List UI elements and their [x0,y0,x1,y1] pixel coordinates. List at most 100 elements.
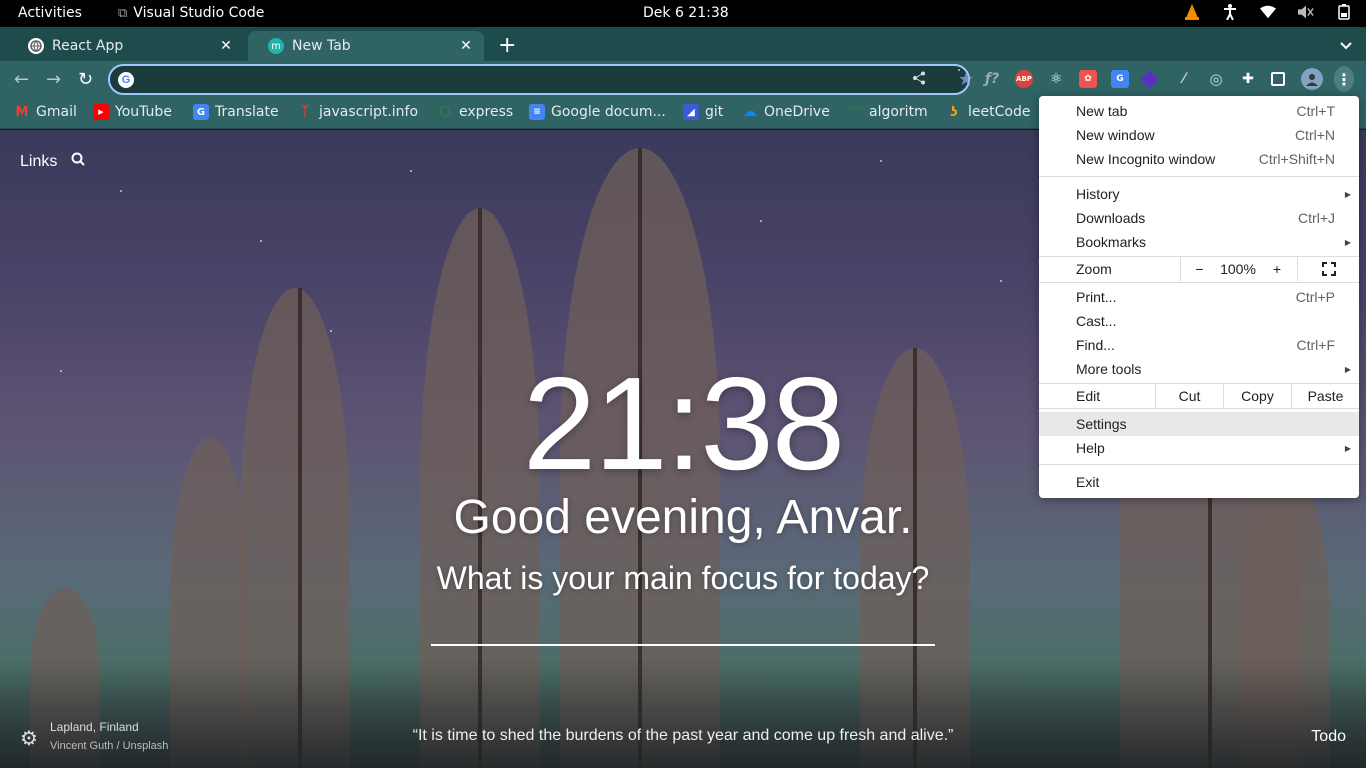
bookmark-onedrive[interactable]: ☁ OneDrive [742,104,830,120]
tab-react-app[interactable]: React App ✕ [8,31,244,61]
menu-item-new-window[interactable]: New window Ctrl+N [1039,123,1359,147]
menu-item-new-tab[interactable]: New tab Ctrl+T [1039,99,1359,123]
wifi-icon[interactable] [1260,4,1276,20]
menu-item-label: Cast... [1076,313,1117,329]
menu-item-help[interactable]: Help ▶ [1039,436,1359,460]
menu-item-label: Help [1076,440,1105,456]
copy-button[interactable]: Copy [1223,384,1291,408]
menu-item-label: Find... [1076,337,1115,353]
bookmark-label: express [459,104,514,120]
tab-new-tab[interactable]: m New Tab ✕ [248,31,484,61]
zoom-in-button[interactable]: + [1258,257,1296,281]
google-docs-icon: ≡ [529,104,545,120]
bookmark-express[interactable]: ⬡ express [437,104,513,120]
extension-diamond-icon[interactable] [1140,70,1159,89]
chrome-menu-kebab-icon[interactable]: ⋮ [1334,66,1354,92]
menu-item-settings[interactable]: Settings [1039,412,1359,436]
bookmark-youtube[interactable]: ▶ YouTube [93,104,172,120]
color-picker-icon[interactable]: ⁄ [1175,70,1193,88]
menu-item-shortcut: Ctrl+F [1296,337,1336,353]
menu-separator [1039,464,1359,465]
menu-item-downloads[interactable]: Downloads Ctrl+J [1039,206,1359,230]
gmail-icon: M [15,104,29,120]
address-bar[interactable]: G ★ [108,64,974,95]
menu-item-find[interactable]: Find... Ctrl+F [1039,333,1359,357]
zoom-out-button[interactable]: − [1180,257,1218,281]
bookmark-label: leetCode [968,104,1031,120]
menu-separator [1039,408,1359,409]
focused-app-menu[interactable]: ⧉ Visual Studio Code [118,5,264,21]
sky-star [880,160,882,162]
menu-item-more-tools[interactable]: More tools ▶ [1039,357,1359,381]
reload-icon[interactable]: ↻ [78,69,93,90]
daily-quote: “It is time to shed the burdens of the p… [412,727,954,744]
forward-arrow-icon[interactable]: → [46,69,61,90]
menu-item-history[interactable]: History ▶ [1039,182,1359,206]
system-clock[interactable]: Dek 6 21:38 [643,5,729,21]
menu-item-label: Downloads [1076,210,1146,226]
menu-item-bookmarks[interactable]: Bookmarks ▶ [1039,230,1359,254]
focus-input[interactable] [431,608,935,646]
tab-search-chevron-icon[interactable] [1340,35,1352,54]
tab-strip: React App ✕ m New Tab ✕ + [0,27,1366,61]
vscode-icon: ⧉ [118,5,128,21]
bookmark-label: Google docum... [551,104,666,120]
extensions-puzzle-icon[interactable]: ✚ [1239,70,1257,88]
cut-button[interactable]: Cut [1155,384,1223,408]
extension-red-icon[interactable]: ✿ [1079,70,1097,88]
bookmark-javascript-info[interactable]: ᛉ javascript.info [297,104,418,120]
menu-separator [1039,282,1359,283]
new-tab-plus-icon[interactable]: + [498,33,516,58]
back-arrow-icon[interactable]: ← [14,69,29,90]
paste-button[interactable]: Paste [1291,384,1359,408]
momentum-favicon: m [268,38,284,54]
close-tab-icon[interactable]: ✕ [458,38,474,54]
system-tray[interactable] [1184,4,1352,20]
youtube-icon: ▶ [93,104,109,120]
menu-item-print[interactable]: Print... Ctrl+P [1039,285,1359,309]
share-icon[interactable] [912,71,926,89]
menu-row-zoom: Zoom − 100% + [1039,257,1359,281]
battery-icon[interactable] [1336,4,1352,20]
bookmark-label: algoritm [869,104,928,120]
react-app-favicon [28,38,44,54]
bookmark-translate[interactable]: G Translate [193,104,279,120]
greeting: Good evening, Anvar. [453,491,913,544]
bookmark-label: OneDrive [764,104,830,120]
omnibox-input[interactable] [144,70,904,90]
links-label[interactable]: Links [20,153,57,171]
bookmark-label: git [705,104,724,120]
bookmark-google-docs[interactable]: ≡ Google docum... [529,104,666,120]
leetcode-icon: ʖ [950,104,958,120]
tab-title: New Tab [292,38,351,54]
links-widget[interactable]: Links [20,152,86,171]
bookmark-leetcode[interactable]: ʖ leetCode [946,104,1030,120]
menu-item-cast[interactable]: Cast... [1039,309,1359,333]
bookmark-star-icon[interactable]: ★ [958,69,974,90]
todo-button[interactable]: Todo [1311,728,1346,746]
close-tab-icon[interactable]: ✕ [218,38,234,54]
google-translate-icon[interactable]: G [1111,70,1129,88]
volume-muted-icon[interactable] [1298,4,1314,20]
bookmark-gmail[interactable]: M Gmail [14,104,77,120]
menu-item-label: More tools [1076,361,1142,377]
activities-button[interactable]: Activities [18,5,82,21]
profile-avatar[interactable] [1301,68,1323,90]
vlc-icon[interactable] [1184,4,1200,20]
search-icon[interactable] [71,152,86,171]
bookmark-git[interactable]: ◢ git [683,104,723,120]
accessibility-icon[interactable] [1222,4,1238,20]
formula-extension-icon[interactable]: ƒ? [983,70,1001,88]
menu-item-label: History [1076,186,1120,202]
bookmark-algoritm[interactable]: ⌒ algoritm [847,104,928,120]
adblock-plus-icon[interactable]: ABP [1015,70,1033,88]
menu-item-exit[interactable]: Exit [1039,470,1359,494]
sky-star [330,330,332,332]
js-info-icon: ᛉ [300,104,310,120]
side-panel-icon[interactable] [1271,72,1285,86]
react-devtools-icon[interactable]: ⚛ [1047,70,1065,88]
tab-title: React App [52,38,124,54]
fullscreen-icon[interactable] [1297,257,1359,281]
menu-item-new-incognito-window[interactable]: New Incognito window Ctrl+Shift+N [1039,147,1359,171]
extension-target-icon[interactable]: ◎ [1207,70,1225,88]
